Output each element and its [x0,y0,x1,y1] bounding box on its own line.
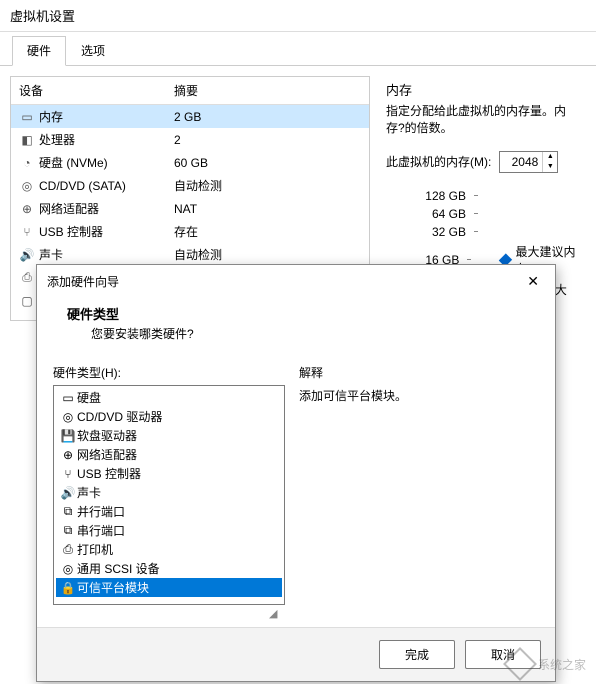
device-name: 网络适配器 [39,200,174,217]
hwtype-item-label: USB 控制器 [77,465,141,482]
window-title: 虚拟机设置 [0,0,596,32]
header-device: 设备 [19,82,174,99]
hwtype-item[interactable]: ⧉串行端口 [56,521,282,540]
close-icon[interactable]: ✕ [521,273,545,290]
hwtype-item[interactable]: ◎CD/DVD 驱动器 [56,407,282,426]
device-name: 声卡 [39,246,174,263]
memory-input[interactable] [500,152,542,172]
dialog-subheader: 您要安装哪类硬件? [67,325,525,342]
hwtype-item[interactable]: ⧉并行端口 [56,502,282,521]
hwtype-item[interactable]: 💾软盘驱动器 [56,426,282,445]
floppy-icon: 💾 [59,429,77,443]
parallel-icon: ⧉ [59,504,77,519]
hwtype-item[interactable]: ◎通用 SCSI 设备 [56,559,282,578]
hwtype-item[interactable]: ▭硬盘 [56,388,282,407]
device-name: 硬盘 (NVMe) [39,154,174,171]
hwtype-list[interactable]: ▭硬盘◎CD/DVD 驱动器💾软盘驱动器⊕网络适配器⑂USB 控制器🔊声卡⧉并行… [53,385,285,605]
hwtype-item-label: 声卡 [77,484,101,501]
hwtype-item[interactable]: ⑂USB 控制器 [56,464,282,483]
spin-down-icon[interactable]: ▼ [543,162,557,172]
resize-grip-icon[interactable]: ◢ [269,607,281,619]
printer-icon: ⎙ [59,542,77,557]
device-name: 内存 [39,108,174,125]
device-summary: 60 GB [174,156,361,170]
serial-icon: ⧉ [59,523,77,538]
hwtype-item[interactable]: 🔒可信平台模块 [56,578,282,597]
tpm-icon: 🔒 [59,581,77,595]
hwtype-item-label: 软盘驱动器 [77,427,137,444]
watermark-logo-icon [503,647,537,681]
disk-icon: ◔ [19,156,35,170]
tab-options[interactable]: 选项 [66,36,120,65]
device-name: USB 控制器 [39,223,174,240]
device-row[interactable]: ◧ 处理器2 [11,128,369,151]
spin-up-icon[interactable]: ▲ [543,152,557,162]
device-summary: 2 GB [174,110,361,124]
device-summary: 自动检测 [174,246,361,263]
hwtype-item-label: 串行端口 [77,522,125,539]
device-row[interactable]: ▭ 内存2 GB [11,105,369,128]
memory-icon: ▭ [19,110,35,124]
finish-button[interactable]: 完成 [379,640,455,669]
memory-desc: 指定分配给此虚拟机的内存量。内存?的倍数。 [386,103,578,137]
printer-icon: ⎙ [19,270,35,285]
hwtype-item-label: 打印机 [77,541,113,558]
memory-title: 内存 [386,80,578,99]
device-row[interactable]: ⑂ USB 控制器存在 [11,220,369,243]
device-name: 处理器 [39,131,174,148]
device-row[interactable]: ⊕ 网络适配器NAT [11,197,369,220]
cpu-icon: ◧ [19,133,35,147]
watermark: 系统之家 [508,652,586,676]
display-icon: ▢ [19,294,35,308]
explain-label: 解释 [299,364,539,381]
hwtype-item-label: 并行端口 [77,503,125,520]
cddvd-icon: ◎ [19,179,35,193]
cddvd-icon: ◎ [59,410,77,424]
hwtype-item[interactable]: ⊕网络适配器 [56,445,282,464]
device-row[interactable]: 🔊 声卡自动检测 [11,243,369,266]
usb-icon: ⑂ [19,225,35,239]
explain-text: 添加可信平台模块。 [299,387,539,404]
device-row[interactable]: ◔ 硬盘 (NVMe)60 GB [11,151,369,174]
memory-label: 此虚拟机的内存(M): [386,153,491,170]
network-icon: ⊕ [19,202,35,216]
device-summary: 2 [174,133,361,147]
sound-icon: 🔊 [59,486,77,500]
hwtype-item-label: 可信平台模块 [77,579,149,596]
device-row[interactable]: ◎ CD/DVD (SATA)自动检测 [11,174,369,197]
memory-spinner: ▲ ▼ [542,152,557,172]
scsi-icon: ◎ [59,562,77,576]
network-icon: ⊕ [59,448,77,462]
add-hardware-dialog: 添加硬件向导 ✕ 硬件类型 您要安装哪类硬件? 硬件类型(H): ▭硬盘◎CD/… [36,264,556,682]
header-summary: 摘要 [174,82,361,99]
device-summary: 自动检测 [174,177,361,194]
sound-icon: 🔊 [19,248,35,262]
hwtype-item-label: 硬盘 [77,389,101,406]
devices-header: 设备 摘要 [11,77,369,105]
disk-icon: ▭ [59,391,77,405]
usb-icon: ⑂ [59,467,77,481]
tabs: 硬件 选项 [0,36,596,66]
hwtype-item[interactable]: ⎙打印机 [56,540,282,559]
tab-hardware[interactable]: 硬件 [12,36,66,66]
dialog-header: 硬件类型 [67,304,525,323]
dialog-title: 添加硬件向导 [47,273,119,290]
hwtype-item-label: 通用 SCSI 设备 [77,560,160,577]
device-summary: NAT [174,202,361,216]
hwtype-item-label: CD/DVD 驱动器 [77,408,162,425]
device-summary: 存在 [174,223,361,240]
memory-input-wrapper: ▲ ▼ [499,151,558,173]
device-name: CD/DVD (SATA) [39,179,174,193]
hwtype-label: 硬件类型(H): [53,364,285,381]
hwtype-item-label: 网络适配器 [77,446,137,463]
hwtype-item[interactable]: 🔊声卡 [56,483,282,502]
